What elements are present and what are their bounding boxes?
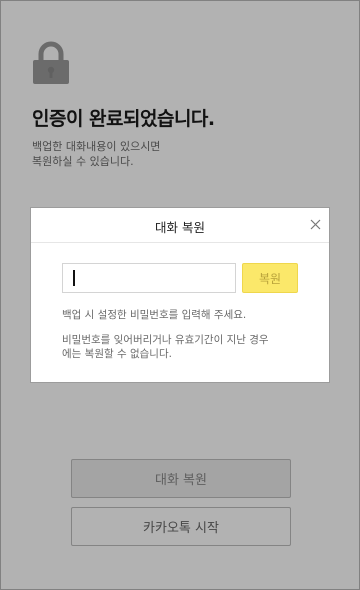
dialog-header: 대화 복원 xyxy=(31,208,329,243)
text-caret xyxy=(73,270,75,286)
restore-dialog: 대화 복원 복원 백업 시 설정한 비밀번호를 입력해 주세요. 비밀번호를 잊… xyxy=(30,207,330,383)
warning-line: 에는 복원할 수 없습니다. xyxy=(62,348,172,360)
password-input[interactable] xyxy=(62,263,236,293)
warning-line: 비밀번호를 잊어버리거나 유효기간이 지난 경우 xyxy=(62,334,269,346)
dialog-title: 대화 복원 xyxy=(155,220,205,235)
restore-warning: 비밀번호를 잊어버리거나 유효기간이 지난 경우 에는 복원할 수 없습니다. xyxy=(62,333,302,361)
close-icon[interactable] xyxy=(307,216,323,232)
password-hint: 백업 시 설정한 비밀번호를 입력해 주세요. xyxy=(62,309,247,321)
restore-button[interactable]: 복원 xyxy=(242,263,298,293)
